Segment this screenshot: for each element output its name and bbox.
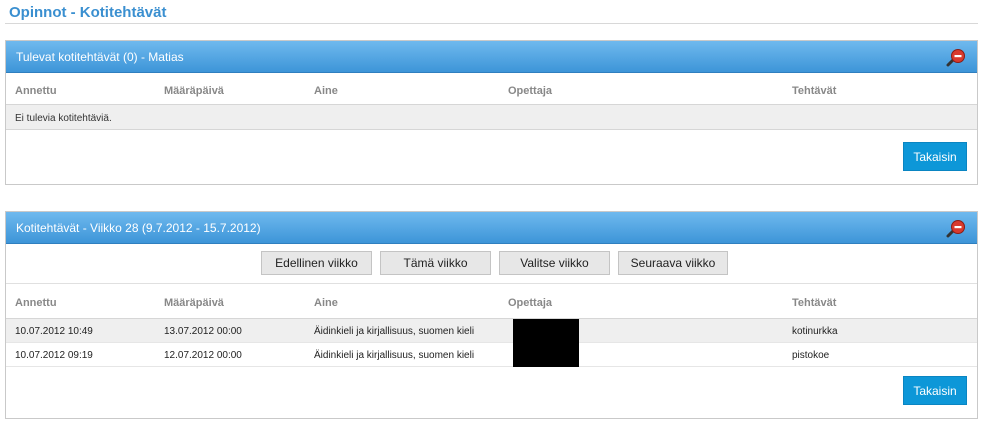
cell-task: kotinurkka bbox=[792, 326, 838, 337]
weekly-panel-header: Kotitehtävät - Viikko 28 (9.7.2012 - 15.… bbox=[6, 212, 977, 244]
weekly-panel-footer: Takaisin bbox=[6, 367, 977, 417]
this-week-button[interactable]: Tämä viikko bbox=[380, 251, 491, 275]
cell-due: 13.07.2012 00:00 bbox=[164, 326, 242, 337]
col-teacher: Opettaja bbox=[508, 85, 553, 97]
col-subject: Aine bbox=[314, 85, 338, 97]
collapse-magnifier-icon[interactable] bbox=[945, 48, 967, 68]
col-subject: Aine bbox=[314, 297, 338, 309]
cell-due: 12.07.2012 00:00 bbox=[164, 350, 242, 361]
cell-task: pistokoe bbox=[792, 350, 830, 361]
weekly-homework-panel: Kotitehtävät - Viikko 28 (9.7.2012 - 15.… bbox=[5, 211, 978, 419]
upcoming-panel-header: Tulevat kotitehtävät (0) - Matias bbox=[6, 41, 977, 73]
back-button[interactable]: Takaisin bbox=[903, 376, 967, 405]
col-given: Annettu bbox=[15, 85, 57, 97]
upcoming-panel-title: Tulevat kotitehtävät (0) - Matias bbox=[16, 49, 184, 64]
col-teacher: Opettaja bbox=[508, 297, 553, 309]
upcoming-table-header: Annettu Määräpäivä Aine Opettaja Tehtävä… bbox=[6, 73, 977, 105]
cell-subject: Äidinkieli ja kirjallisuus, suomen kieli bbox=[314, 350, 475, 361]
col-due: Määräpäivä bbox=[164, 85, 224, 97]
weekly-table-header: Annettu Määräpäivä Aine Opettaja Tehtävä… bbox=[6, 284, 977, 319]
col-due: Määräpäivä bbox=[164, 297, 224, 309]
back-button[interactable]: Takaisin bbox=[903, 142, 967, 171]
page-title: Opinnot - Kotitehtävät bbox=[9, 4, 167, 21]
homework-table-body: 10.07.2012 10:49 13.07.2012 00:00 Äidink… bbox=[6, 319, 977, 367]
col-given: Annettu bbox=[15, 297, 57, 309]
upcoming-panel-footer: Takaisin bbox=[6, 130, 977, 180]
table-row[interactable]: 10.07.2012 09:19 12.07.2012 00:00 Äidink… bbox=[6, 343, 977, 367]
upcoming-homework-panel: Tulevat kotitehtävät (0) - Matias Annett… bbox=[5, 40, 978, 185]
collapse-magnifier-icon[interactable] bbox=[945, 219, 967, 239]
choose-week-button[interactable]: Valitse viikko bbox=[499, 251, 610, 275]
empty-message: Ei tulevia kotitehtäviä. bbox=[6, 105, 977, 130]
next-week-button[interactable]: Seuraava viikko bbox=[618, 251, 728, 275]
teacher-redaction bbox=[513, 319, 579, 367]
col-tasks: Tehtävät bbox=[792, 297, 837, 309]
table-row[interactable]: 10.07.2012 10:49 13.07.2012 00:00 Äidink… bbox=[6, 319, 977, 343]
cell-subject: Äidinkieli ja kirjallisuus, suomen kieli bbox=[314, 326, 475, 337]
week-navigation: Edellinen viikko Tämä viikko Valitse vii… bbox=[6, 244, 977, 284]
col-tasks: Tehtävät bbox=[792, 85, 837, 97]
title-divider bbox=[5, 23, 978, 24]
weekly-panel-title: Kotitehtävät - Viikko 28 (9.7.2012 - 15.… bbox=[16, 220, 261, 235]
cell-given: 10.07.2012 09:19 bbox=[15, 350, 93, 361]
previous-week-button[interactable]: Edellinen viikko bbox=[261, 251, 372, 275]
cell-given: 10.07.2012 10:49 bbox=[15, 326, 93, 337]
